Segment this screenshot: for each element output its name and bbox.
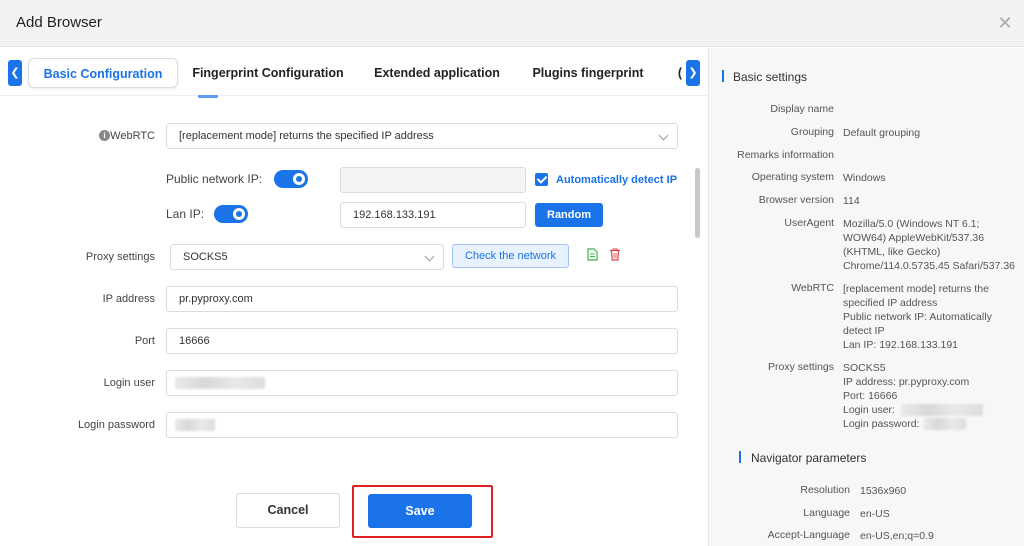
useragent-line: Chrome/114.0.5735.45 Safari/537.36 xyxy=(843,260,1016,272)
resolution-label: Resolution xyxy=(800,484,850,496)
cancel-button[interactable]: Cancel xyxy=(236,493,340,528)
proxy-type-select[interactable]: SOCKS5 xyxy=(170,244,444,270)
webrtc-line: specified IP address xyxy=(843,297,938,309)
webrtc-select-value: [replacement mode] returns the specified… xyxy=(179,130,434,142)
public-ip-label: Public network IP: xyxy=(166,172,263,186)
tab-partial[interactable]: ( xyxy=(676,58,684,88)
chevron-down-icon xyxy=(658,130,669,141)
port-label: Port xyxy=(134,335,155,347)
webrtc-line: Public network IP: Automatically xyxy=(843,311,992,323)
dialog-titlebar: Add Browser ✕ xyxy=(0,0,1024,47)
info-icon[interactable]: i xyxy=(99,130,110,141)
grouping-label: Grouping xyxy=(790,126,834,138)
tab-scroll-left-icon[interactable]: ❮ xyxy=(8,60,22,86)
save-highlight-box xyxy=(352,485,493,538)
port-input[interactable]: 16666 xyxy=(166,328,678,354)
tab-plugins-fingerprint[interactable]: Plugins fingerprint xyxy=(524,58,652,88)
useragent-line: (KHTML, like Gecko) xyxy=(843,246,941,258)
lan-ip-input[interactable]: 192.168.133.191 xyxy=(340,202,526,228)
tab-bar: ❮ Basic Configuration Fingerprint Config… xyxy=(0,48,708,96)
close-icon[interactable]: ✕ xyxy=(996,14,1014,32)
os-label: Operating system xyxy=(751,171,834,183)
redacted-value xyxy=(924,418,966,430)
section-marker xyxy=(722,70,724,82)
language-value: en-US xyxy=(860,508,890,520)
lan-ip-toggle[interactable] xyxy=(214,205,248,223)
proxy-type-value: SOCKS5 xyxy=(183,251,228,263)
webrtc-line: [replacement mode] returns the xyxy=(843,283,989,295)
resolution-value: 1536x960 xyxy=(860,485,907,497)
webrtc-label: WebRTC xyxy=(110,130,155,142)
chevron-down-icon xyxy=(424,251,435,262)
proxy-summary-label: Proxy settings xyxy=(768,361,834,373)
useragent-value: Mozilla/5.0 (Windows NT 6.1; WOW64) Appl… xyxy=(843,217,1024,273)
tab-extended-application[interactable]: Extended application xyxy=(364,58,510,88)
auto-detect-label[interactable]: Automatically detect IP xyxy=(556,174,677,186)
form-scrollbar[interactable] xyxy=(695,168,700,238)
login-password-input[interactable] xyxy=(166,412,678,438)
webrtc-line: Lan IP: 192.168.133.191 xyxy=(843,339,959,351)
delete-icon[interactable] xyxy=(609,248,621,261)
login-user-input[interactable] xyxy=(166,370,678,396)
proxy-line: SOCKS5 xyxy=(843,362,886,374)
webrtc-line: detect IP xyxy=(843,325,885,337)
browser-version-label: Browser version xyxy=(758,194,834,206)
accept-language-value: en-US,en;q=0.9 xyxy=(860,530,934,542)
tab-basic-configuration[interactable]: Basic Configuration xyxy=(28,58,178,88)
proxy-settings-label: Proxy settings xyxy=(85,251,155,263)
cropped-text xyxy=(198,92,218,98)
redacted-value xyxy=(175,419,215,431)
tab-scroll-right-icon[interactable]: ❯ xyxy=(686,60,700,86)
random-button[interactable]: Random xyxy=(535,203,603,227)
form-panel: ❮ Basic Configuration Fingerprint Config… xyxy=(0,48,708,546)
useragent-label: UserAgent xyxy=(784,217,834,229)
proxy-line: Port: 16666 xyxy=(843,390,898,402)
redacted-value xyxy=(901,404,983,416)
summary-panel: Basic settings Display name Grouping Def… xyxy=(708,48,1024,546)
public-ip-toggle[interactable] xyxy=(274,170,308,188)
webrtc-select[interactable]: [replacement mode] returns the specified… xyxy=(166,123,678,149)
display-name-label: Display name xyxy=(770,103,834,115)
proxy-line: IP address: pr.pyproxy.com xyxy=(843,376,970,388)
tab-fingerprint-configuration[interactable]: Fingerprint Configuration xyxy=(188,58,348,88)
webrtc-summary-value: [replacement mode] returns the specified… xyxy=(843,282,1021,352)
language-label: Language xyxy=(803,507,850,519)
useragent-line: Mozilla/5.0 (Windows NT 6.1; xyxy=(843,218,980,230)
check-network-button[interactable]: Check the network xyxy=(452,244,569,268)
login-user-label: Login user xyxy=(103,377,155,389)
os-value: Windows xyxy=(843,172,886,184)
document-icon[interactable] xyxy=(587,248,598,261)
section-marker xyxy=(739,451,741,463)
accept-language-label: Accept-Language xyxy=(767,529,850,541)
redacted-value xyxy=(175,377,265,389)
ip-address-label: IP address xyxy=(102,293,155,305)
login-password-label: Login password xyxy=(77,419,155,431)
useragent-line: WOW64) AppleWebKit/537.36 xyxy=(843,232,985,244)
ip-address-input[interactable]: pr.pyproxy.com xyxy=(166,286,678,312)
remarks-label: Remarks information xyxy=(737,149,834,161)
webrtc-summary-label: WebRTC xyxy=(791,282,834,294)
auto-detect-checkbox[interactable] xyxy=(535,173,548,186)
basic-settings-heading: Basic settings xyxy=(733,70,808,84)
public-ip-input[interactable] xyxy=(340,167,526,193)
lan-ip-label: Lan IP: xyxy=(166,207,205,221)
navigator-parameters-heading: Navigator parameters xyxy=(751,451,867,465)
dialog-title: Add Browser xyxy=(16,14,102,31)
grouping-value: Default grouping xyxy=(843,127,921,139)
browser-version-value: 114 xyxy=(843,195,860,207)
